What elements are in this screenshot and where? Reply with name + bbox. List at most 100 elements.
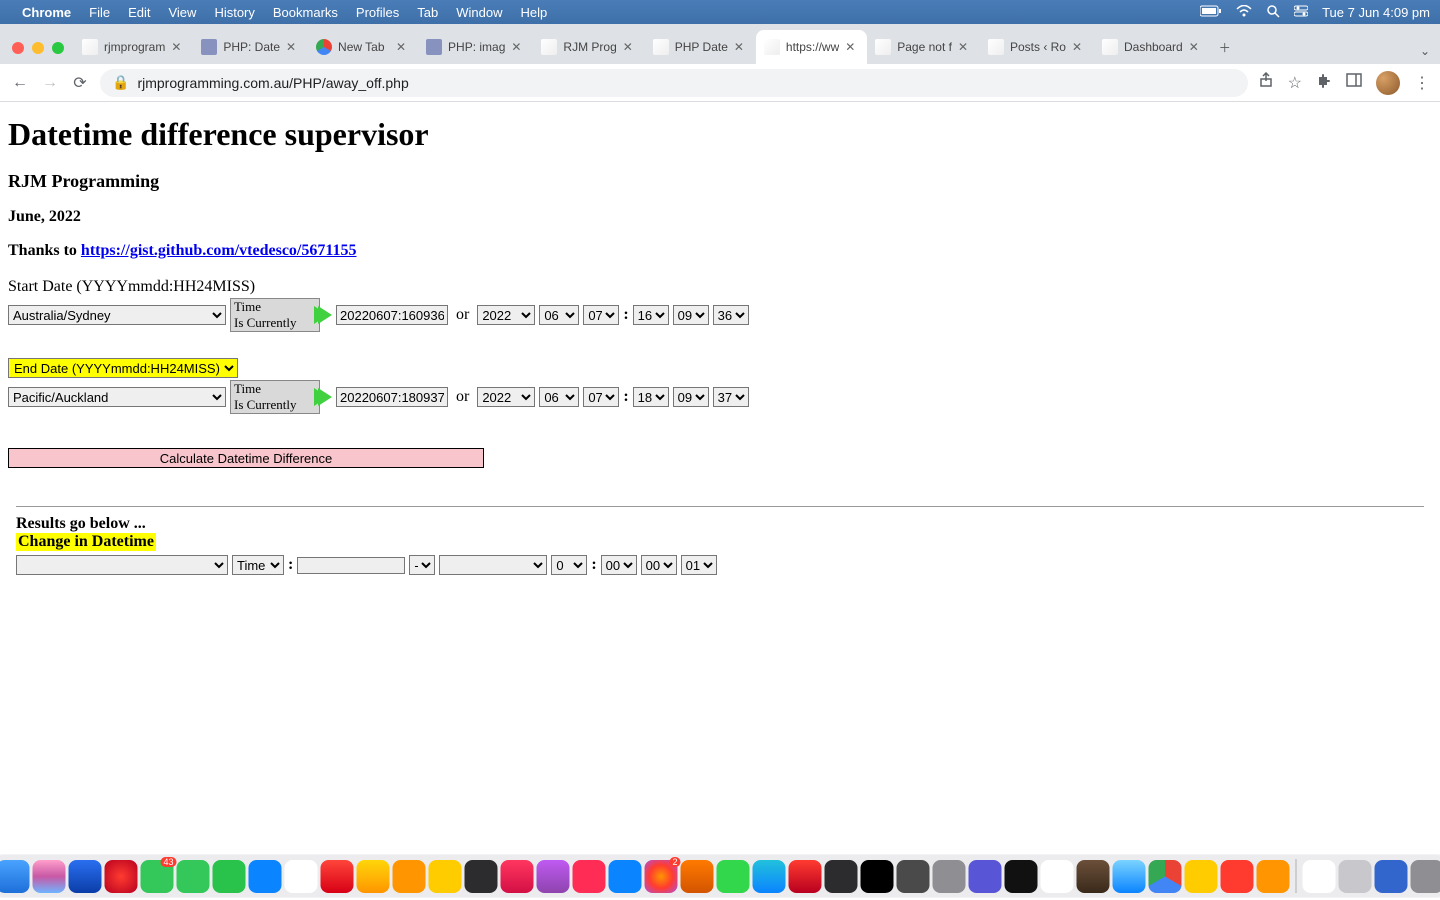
dock-app[interactable] (969, 860, 1002, 893)
result-time-select[interactable]: Time (232, 555, 284, 575)
end-timezone-select[interactable]: Pacific/Auckland (8, 387, 226, 407)
wifi-icon[interactable] (1236, 5, 1252, 20)
browser-tab[interactable]: https://ww✕ (756, 30, 867, 64)
result-hour-select[interactable]: 00 (601, 555, 637, 575)
start-hour-select[interactable]: 16 (633, 305, 669, 325)
end-year-select[interactable]: 2022 (477, 387, 535, 407)
dock-app[interactable] (177, 860, 210, 893)
tabs-overflow-button[interactable]: ⌄ (1420, 44, 1430, 58)
share-icon[interactable] (1258, 72, 1274, 93)
menu-history[interactable]: History (214, 5, 254, 20)
dock-app[interactable] (825, 860, 858, 893)
battery-icon[interactable] (1200, 5, 1222, 20)
end-second-select[interactable]: 37 (713, 387, 749, 407)
dock-app[interactable] (357, 860, 390, 893)
browser-tab[interactable]: Posts ‹ Ro✕ (980, 30, 1094, 64)
tab-close-button[interactable]: ✕ (171, 40, 185, 54)
dock-app[interactable] (933, 860, 966, 893)
dock-app[interactable] (1411, 860, 1440, 893)
dock-app[interactable] (1149, 860, 1182, 893)
start-month-select[interactable]: 06 (539, 305, 579, 325)
bookmark-icon[interactable]: ☆ (1288, 73, 1302, 93)
dock-app[interactable] (861, 860, 894, 893)
result-second-select[interactable]: 01 (681, 555, 717, 575)
dock-app[interactable] (753, 860, 786, 893)
end-hour-select[interactable]: 18 (633, 387, 669, 407)
tab-close-button[interactable]: ✕ (511, 40, 525, 54)
result-timezone-select[interactable] (16, 555, 228, 575)
dock-app[interactable] (1041, 860, 1074, 893)
start-minute-select[interactable]: 09 (673, 305, 709, 325)
browser-tab[interactable]: New Tab✕ (308, 30, 418, 64)
dock-app[interactable] (681, 860, 714, 893)
dock-app[interactable] (33, 860, 66, 893)
dock-app[interactable] (1375, 860, 1408, 893)
browser-tab[interactable]: PHP: imag✕ (418, 30, 533, 64)
extensions-icon[interactable] (1316, 72, 1332, 93)
tab-close-button[interactable]: ✕ (396, 40, 410, 54)
dock-app[interactable] (429, 860, 462, 893)
spotlight-icon[interactable] (1266, 4, 1280, 21)
menubar-clock[interactable]: Tue 7 Jun 4:09 pm (1322, 5, 1430, 20)
tab-close-button[interactable]: ✕ (1189, 40, 1203, 54)
result-year-select[interactable] (439, 555, 547, 575)
dock-app[interactable] (1339, 860, 1372, 893)
browser-tab[interactable]: PHP Date✕ (645, 30, 756, 64)
end-minute-select[interactable]: 09 (673, 387, 709, 407)
start-datetime-input[interactable] (336, 305, 448, 325)
browser-tab[interactable]: rjmprogram✕ (74, 30, 193, 64)
browser-tab[interactable]: Dashboard✕ (1094, 30, 1211, 64)
thanks-link[interactable]: https://gist.github.com/vtedesco/5671155 (81, 242, 357, 259)
dock-app[interactable] (249, 860, 282, 893)
browser-tab[interactable]: RJM Prog✕ (533, 30, 644, 64)
dock-app[interactable]: 2 (645, 860, 678, 893)
dock-app[interactable] (789, 860, 822, 893)
address-bar[interactable]: 🔒 rjmprogramming.com.au/PHP/away_off.php (100, 69, 1248, 97)
dock-app[interactable] (1113, 860, 1146, 893)
end-month-select[interactable]: 06 (539, 387, 579, 407)
dock-app[interactable] (609, 860, 642, 893)
menubar-app[interactable]: Chrome (22, 5, 71, 20)
menu-help[interactable]: Help (521, 5, 548, 20)
menu-window[interactable]: Window (456, 5, 502, 20)
tab-close-button[interactable]: ✕ (958, 40, 972, 54)
control-center-icon[interactable] (1294, 5, 1308, 20)
dock-app[interactable] (321, 860, 354, 893)
forward-button[interactable]: → (40, 73, 60, 93)
dock-app[interactable] (285, 860, 318, 893)
menu-tab[interactable]: Tab (417, 5, 438, 20)
chrome-menu-icon[interactable]: ⋮ (1414, 73, 1430, 93)
menu-bookmarks[interactable]: Bookmarks (273, 5, 338, 20)
dock-app[interactable] (537, 860, 570, 893)
dock-app[interactable]: 43 (141, 860, 174, 893)
dock-app[interactable] (69, 860, 102, 893)
window-close-button[interactable] (12, 42, 24, 54)
dock-app[interactable] (0, 860, 30, 893)
dock-app[interactable] (105, 860, 138, 893)
calculate-button[interactable]: Calculate Datetime Difference (8, 448, 484, 468)
dock-app[interactable] (1221, 860, 1254, 893)
dock-app[interactable] (897, 860, 930, 893)
end-date-mode-select[interactable]: End Date (YYYYmmdd:HH24MISS) (8, 358, 238, 378)
tab-close-button[interactable]: ✕ (286, 40, 300, 54)
window-zoom-button[interactable] (52, 42, 64, 54)
dock-app[interactable] (213, 860, 246, 893)
dock-app[interactable] (465, 860, 498, 893)
menu-edit[interactable]: Edit (128, 5, 150, 20)
reload-button[interactable]: ⟳ (70, 73, 90, 93)
result-sign-select[interactable]: - (409, 555, 435, 575)
browser-tab[interactable]: Page not f✕ (867, 30, 980, 64)
dock-app[interactable] (1077, 860, 1110, 893)
tab-close-button[interactable]: ✕ (734, 40, 748, 54)
start-year-select[interactable]: 2022 (477, 305, 535, 325)
new-tab-button[interactable]: ＋ (1211, 33, 1239, 61)
dock-app[interactable] (501, 860, 534, 893)
dock-app[interactable] (1005, 860, 1038, 893)
end-day-select[interactable]: 07 (583, 387, 619, 407)
dock-app[interactable] (717, 860, 750, 893)
window-minimize-button[interactable] (32, 42, 44, 54)
sidepanel-icon[interactable] (1346, 72, 1362, 93)
start-second-select[interactable]: 36 (713, 305, 749, 325)
tab-close-button[interactable]: ✕ (1072, 40, 1086, 54)
dock-app[interactable] (1303, 860, 1336, 893)
